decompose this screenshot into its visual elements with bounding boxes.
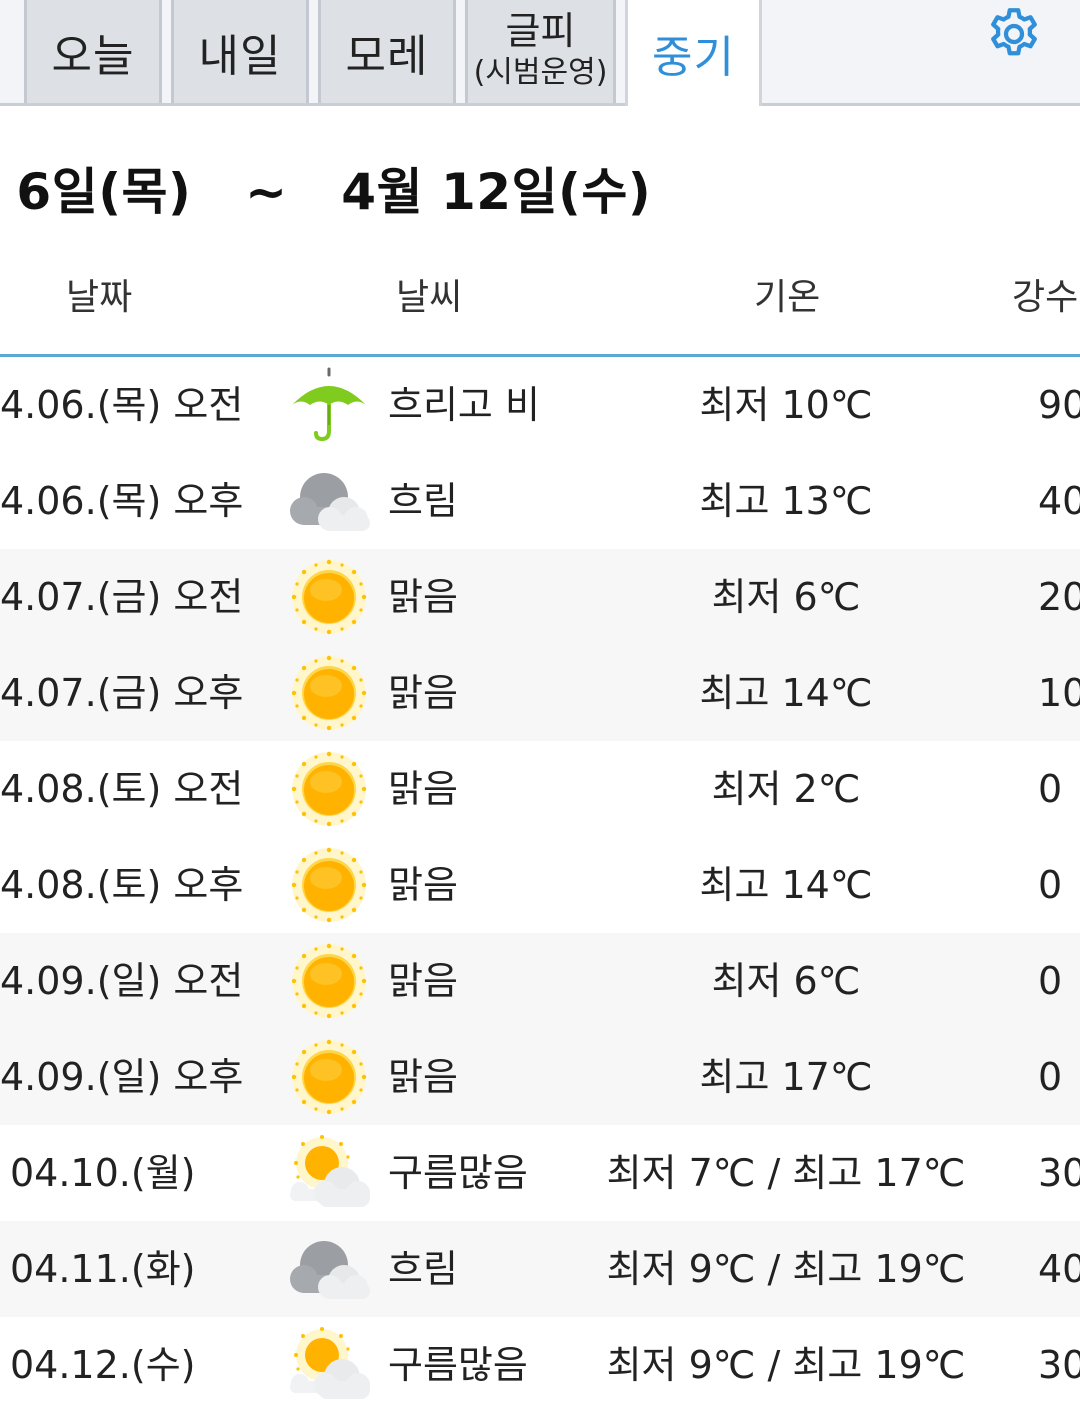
date-range-separator: ~ (245, 163, 288, 221)
sun-icon (286, 557, 372, 637)
tab-label: 글피 (505, 8, 576, 53)
header-weather: 날씨 (396, 277, 463, 318)
table-row: 4.09.(일) 오전 맑음 최저 6℃ 0 (0, 933, 1080, 1029)
header-temperature: 기온 (754, 277, 821, 318)
date-range: 월 6일(목) ~ 4월 12일(수) (0, 152, 651, 224)
sun-icon (286, 653, 372, 733)
row-date: 4.07.(금) 오후 (0, 671, 244, 715)
gear-icon (991, 8, 1037, 56)
sun-icon (286, 941, 372, 1021)
table-header: 날짜 날씨 기온 강수 (0, 240, 1080, 354)
tab-tomorrow[interactable]: 내일 (171, 0, 309, 103)
tab-sublabel: (시범운영) (473, 54, 608, 90)
row-date: 4.08.(토) 오전 (0, 767, 244, 811)
row-precipitation: 90 (1038, 383, 1080, 427)
row-date: 04.11.(화) (10, 1247, 196, 1291)
row-precipitation: 10 (1038, 671, 1080, 715)
row-date: 4.09.(일) 오후 (0, 1055, 244, 1099)
table-row: 4.09.(일) 오후 맑음 최고 17℃ 0 (0, 1029, 1080, 1125)
row-precipitation: 30 (1038, 1151, 1080, 1195)
cloud-icon (286, 1229, 372, 1309)
row-weather: 맑음 (388, 863, 458, 907)
row-precipitation: 0 (1038, 1055, 1063, 1099)
row-precipitation: 40 (1038, 479, 1080, 523)
tab-label: 오늘 (51, 30, 135, 82)
row-date: 4.07.(금) 오전 (0, 575, 244, 619)
row-weather: 맑음 (388, 671, 458, 715)
date-range-end: 4월 12일(수) (341, 163, 652, 221)
row-date: 4.06.(목) 오후 (0, 479, 244, 523)
date-range-start: 월 6일(목) (16, 163, 192, 221)
table-row: 4.07.(금) 오전 맑음 최저 6℃ 20 (0, 549, 1080, 645)
sun-icon (286, 845, 372, 925)
row-precipitation: 30 (1038, 1343, 1080, 1387)
row-weather: 맑음 (388, 767, 458, 811)
row-precipitation: 0 (1038, 959, 1063, 1003)
row-temperature: 최저 9℃ / 최고 19℃ (606, 1247, 966, 1291)
row-temperature: 최고 13℃ (699, 479, 873, 523)
header-date: 날짜 (66, 277, 133, 318)
row-weather: 맑음 (388, 1055, 458, 1099)
row-precipitation: 40 (1038, 1247, 1080, 1291)
sun-icon (286, 749, 372, 829)
table-row: 04.12.(수) 구름많음 최저 9℃ / 최고 19℃ 30 (0, 1317, 1080, 1413)
row-temperature: 최저 7℃ / 최고 17℃ (606, 1151, 966, 1195)
row-temperature: 최고 14℃ (699, 863, 873, 907)
row-weather: 흐림 (388, 1247, 458, 1291)
tab-bar: 오늘 내일 모레 글피 (시범운영) 중기 (0, 0, 1080, 106)
weather-app: 오늘 내일 모레 글피 (시범운영) 중기 월 6일(목) ~ 4월 12일(수… (0, 0, 1080, 1418)
row-weather: 구름많음 (388, 1343, 528, 1387)
row-date: 04.10.(월) (10, 1151, 196, 1195)
row-precipitation: 20 (1038, 575, 1080, 619)
row-temperature: 최저 9℃ / 최고 19℃ (606, 1343, 966, 1387)
table-row: 4.07.(금) 오후 맑음 최고 14℃ 10 (0, 645, 1080, 741)
table-row: 4.06.(목) 오후 흐림 최고 13℃ 40 (0, 453, 1080, 549)
row-weather: 흐림 (388, 479, 458, 523)
cloud-icon (286, 461, 372, 541)
table-row: 4.08.(토) 오후 맑음 최고 14℃ 0 (0, 837, 1080, 933)
table-row: 04.10.(월) 구름많음 최저 7℃ / 최고 17℃ 30 (0, 1125, 1080, 1221)
row-precipitation: 0 (1038, 863, 1063, 907)
table-row: 04.11.(화) 흐림 최저 9℃ / 최고 19℃ 40 (0, 1221, 1080, 1317)
tab-label: 중기 (652, 32, 735, 83)
table-row: 4.08.(토) 오전 맑음 최저 2℃ 0 (0, 741, 1080, 837)
umbrella-icon (286, 365, 372, 445)
row-weather: 맑음 (388, 959, 458, 1003)
row-temperature: 최고 17℃ (699, 1055, 873, 1099)
row-temperature: 최저 2℃ (711, 767, 861, 811)
row-weather: 구름많음 (388, 1151, 528, 1195)
tab-three-days-later[interactable]: 글피 (시범운영) (465, 0, 616, 103)
row-temperature: 최고 14℃ (699, 671, 873, 715)
tab-bar-divider (0, 103, 1080, 106)
row-date: 4.09.(일) 오전 (0, 959, 244, 1003)
row-weather: 흐리고 비 (388, 383, 540, 427)
row-temperature: 최저 10℃ (699, 383, 873, 427)
row-precipitation: 0 (1038, 767, 1063, 811)
tab-label: 내일 (198, 30, 282, 82)
forecast-table: 4.06.(목) 오전 흐리고 비 최저 10℃ 90 4.06.(목) 오후 흐림 최… (0, 357, 1080, 1413)
sun-icon (286, 1037, 372, 1117)
partly-cloudy-icon (286, 1325, 372, 1405)
header-precipitation: 강수 (1012, 277, 1079, 318)
tab-today[interactable]: 오늘 (24, 0, 162, 103)
row-weather: 맑음 (388, 575, 458, 619)
row-date: 04.12.(수) (10, 1343, 196, 1387)
settings-button[interactable] (984, 4, 1044, 64)
row-temperature: 최저 6℃ (711, 959, 861, 1003)
tab-mid-term[interactable]: 중기 (625, 0, 762, 106)
tab-day-after-tomorrow[interactable]: 모레 (318, 0, 456, 103)
tab-label: 모레 (345, 30, 429, 82)
row-temperature: 최저 6℃ (711, 575, 861, 619)
table-row: 4.06.(목) 오전 흐리고 비 최저 10℃ 90 (0, 357, 1080, 453)
row-date: 4.08.(토) 오후 (0, 863, 244, 907)
partly-cloudy-icon (286, 1133, 372, 1213)
row-date: 4.06.(목) 오전 (0, 383, 244, 427)
